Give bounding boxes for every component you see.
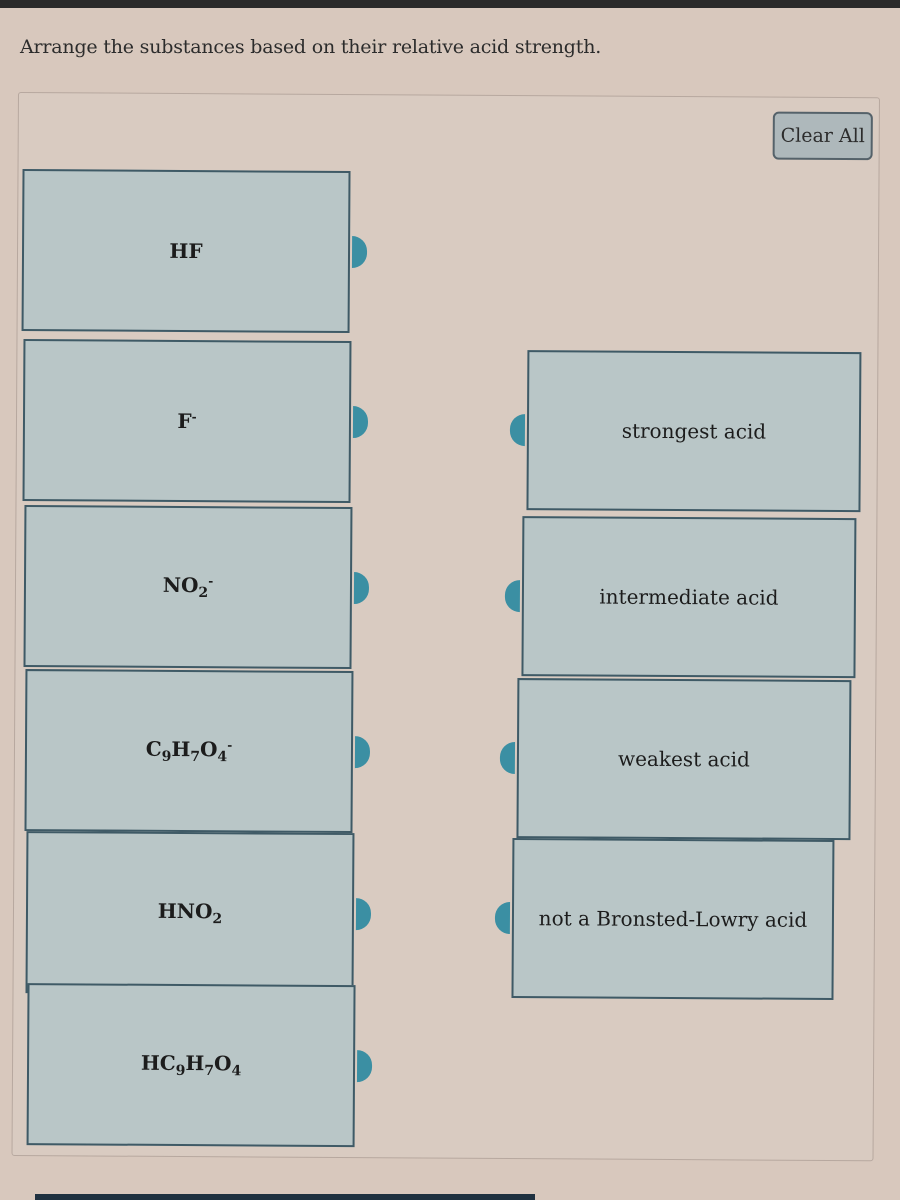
substance-box-hc9h7o4[interactable]: HC9H7O4 (26, 983, 373, 1148)
substance-label: NO2- (163, 573, 214, 601)
substance-box-f-ion[interactable]: F- (22, 339, 369, 504)
connector-handle[interactable] (352, 406, 369, 439)
formula-part: H (171, 736, 191, 762)
category-box-intermediate-acid[interactable]: intermediate acid (504, 516, 857, 679)
formula-part: 7 (190, 749, 201, 766)
substance-label: C9H7O4- (146, 737, 233, 765)
formula-part: NO (162, 572, 199, 598)
formula-part: 2 (198, 585, 209, 602)
connector-handle[interactable] (499, 741, 516, 775)
matching-panel: Clear All HF F- NO2- C9H7O4- HNO2 HC9H7O… (11, 92, 880, 1162)
formula-part: - (191, 409, 197, 424)
formula-part: C (145, 736, 162, 761)
connector-handle[interactable] (351, 236, 368, 269)
connector-handle[interactable] (354, 736, 371, 769)
formula-part: 4 (217, 749, 228, 766)
formula-part: O (214, 1051, 232, 1076)
question-prompt: Arrange the substances based on their re… (20, 36, 602, 58)
substance-label: HNO2 (158, 899, 223, 927)
formula-part: 2 (212, 911, 223, 928)
category-label: not a Bronsted-Lowry acid (538, 906, 808, 932)
category-box-not-bronsted-lowry-acid[interactable]: not a Bronsted-Lowry acid (494, 838, 835, 1000)
substance-label: HC9H7O4 (141, 1051, 242, 1080)
substance-box-no2-ion[interactable]: NO2- (23, 505, 370, 670)
category-box-weakest-acid[interactable]: weakest acid (499, 678, 852, 841)
formula-part: 4 (231, 1063, 242, 1080)
substance-label: F- (177, 409, 196, 433)
formula-part: HNO (157, 898, 213, 924)
formula-part: - (208, 574, 214, 589)
formula-part: HF (169, 238, 203, 264)
clear-all-button[interactable]: Clear All (772, 111, 873, 161)
substance-box-hf[interactable]: HF (21, 169, 368, 334)
category-label: intermediate acid (599, 584, 779, 610)
formula-part: 9 (175, 1062, 186, 1079)
top-bar (0, 0, 900, 8)
substance-box-hno2[interactable]: HNO2 (25, 831, 372, 996)
formula-part: F (177, 408, 192, 434)
formula-part: 9 (161, 748, 172, 765)
formula-part: H (185, 1051, 205, 1076)
category-box-strongest-acid[interactable]: strongest acid (509, 350, 862, 513)
formula-part: 7 (204, 1063, 215, 1080)
connector-handle[interactable] (353, 572, 370, 605)
connector-handle[interactable] (355, 898, 372, 931)
bottom-bar (35, 1194, 535, 1200)
connector-handle[interactable] (356, 1050, 373, 1083)
connector-handle[interactable] (509, 414, 526, 447)
substance-box-c9h7o4-ion[interactable]: C9H7O4- (24, 669, 371, 834)
formula-part: HC (140, 1050, 176, 1076)
category-label: weakest acid (617, 746, 750, 772)
substance-label: HF (169, 239, 202, 263)
formula-part: - (227, 738, 233, 753)
connector-handle[interactable] (494, 901, 511, 935)
connector-handle[interactable] (504, 579, 521, 613)
formula-part: O (199, 737, 218, 762)
category-label: strongest acid (621, 418, 767, 444)
